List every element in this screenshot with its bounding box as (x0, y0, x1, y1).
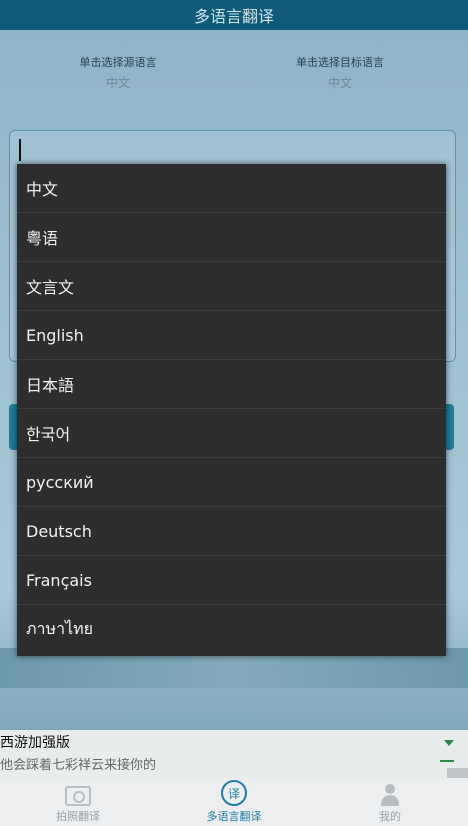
tab-label-photo-translate: 拍照翻译 (56, 810, 100, 823)
translate-icon: 译 (221, 780, 247, 806)
target-language-hint: 单击选择目标语言 (296, 56, 384, 69)
tab-label-mine: 我的 (379, 810, 401, 823)
dropdown-item-english[interactable]: English (17, 311, 446, 360)
page-title: 多语言翻译 (193, 7, 274, 26)
ad-download-icon[interactable] (444, 740, 454, 746)
dropdown-item-classical-chinese[interactable]: 文言文 (17, 262, 446, 311)
person-icon (380, 784, 400, 806)
source-language-hint: 单击选择源语言 (79, 56, 157, 69)
dropdown-item-thai[interactable]: ภาษาไทย (17, 605, 446, 653)
tab-photo-translate[interactable]: 拍照翻译 (0, 778, 156, 826)
ad-title: 西游加强版 (0, 735, 70, 751)
tab-mine[interactable]: 我的 (312, 778, 468, 826)
ad-close-icon[interactable] (447, 768, 468, 778)
ad-subtitle: 他会踩着七彩祥云来接你的 (0, 758, 157, 773)
dropdown-item-german[interactable]: Deutsch (17, 507, 446, 556)
dropdown-item-korean[interactable]: 한국어 (17, 409, 446, 458)
dropdown-item-russian[interactable]: русский (17, 458, 446, 507)
ad-banner[interactable]: 西游加强版 他会踩着七彩祥云来接你的 (0, 730, 468, 778)
app-title-bar: 多语言翻译 (0, 0, 468, 30)
camera-icon (65, 786, 91, 806)
target-language-value: 中文 (327, 76, 352, 90)
tab-multilingual-translate[interactable]: 译 多语言翻译 (156, 778, 312, 826)
target-language-selector[interactable]: 单击选择目标语言 中文 (260, 54, 420, 91)
source-language-selector[interactable]: 单击选择源语言 中文 (38, 54, 198, 91)
text-cursor (19, 139, 21, 161)
dropdown-item-chinese[interactable]: 中文 (17, 164, 446, 213)
bottom-tab-bar: 拍照翻译 译 多语言翻译 我的 (0, 778, 468, 826)
language-selector-row: 单击选择源语言 中文 单击选择目标语言 中文 (0, 54, 468, 104)
dropdown-item-japanese[interactable]: 日本語 (17, 360, 446, 409)
language-dropdown: 中文 粤语 文言文 English 日本語 한국어 русский Deutsc… (17, 164, 446, 656)
source-language-value: 中文 (105, 76, 130, 90)
dropdown-item-cantonese[interactable]: 粤语 (17, 213, 446, 262)
ad-download-bar-icon (440, 760, 454, 762)
dropdown-item-french[interactable]: Français (17, 556, 446, 605)
tab-label-multilingual-translate: 多语言翻译 (206, 810, 262, 823)
